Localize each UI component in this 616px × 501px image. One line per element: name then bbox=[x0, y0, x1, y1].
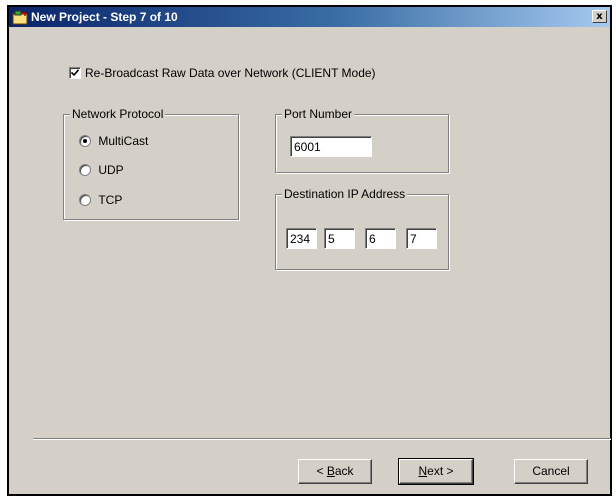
radio-udp-button[interactable] bbox=[79, 164, 91, 176]
port-number-title: Port Number bbox=[282, 107, 355, 121]
ip-octet-2-input[interactable]: 5 bbox=[324, 228, 355, 249]
rebroadcast-label: Re-Broadcast Raw Data over Network (CLIE… bbox=[85, 66, 376, 80]
next-button-accel: N bbox=[418, 464, 428, 478]
radio-multicast-label: MultiCast bbox=[98, 134, 149, 148]
radio-udp[interactable]: UDP bbox=[79, 163, 124, 177]
destination-ip-title: Destination IP Address bbox=[282, 187, 408, 201]
radio-udp-label: UDP bbox=[98, 163, 124, 177]
back-button-prefix: < bbox=[316, 464, 327, 478]
network-protocol-group: Network Protocol MultiCast UDP TCP bbox=[63, 107, 239, 220]
radio-tcp[interactable]: TCP bbox=[79, 193, 122, 207]
next-button-label: ext > bbox=[427, 464, 454, 478]
window-title: New Project - Step 7 of 10 bbox=[31, 10, 178, 24]
wizard-window: New Project - Step 7 of 10 x Re-Broadcas… bbox=[7, 5, 612, 496]
ip-octet-4-input[interactable]: 7 bbox=[406, 228, 437, 249]
button-separator bbox=[33, 438, 611, 440]
radio-multicast-button[interactable] bbox=[79, 135, 91, 147]
port-number-group: Port Number 6001 bbox=[275, 107, 449, 173]
ip-octet-3-input[interactable]: 6 bbox=[365, 228, 396, 249]
destination-ip-group: Destination IP Address 234 5 6 7 bbox=[275, 187, 449, 270]
rebroadcast-checkbox-row[interactable]: Re-Broadcast Raw Data over Network (CLIE… bbox=[69, 66, 376, 80]
back-button[interactable]: < Back bbox=[298, 459, 372, 484]
title-bar[interactable]: New Project - Step 7 of 10 x bbox=[9, 7, 610, 27]
ip-octet-1-input[interactable]: 234 bbox=[286, 228, 317, 249]
cancel-button[interactable]: Cancel bbox=[514, 459, 588, 484]
checkmark-icon bbox=[71, 69, 79, 77]
project-wizard-icon bbox=[12, 10, 28, 25]
network-protocol-title: Network Protocol bbox=[70, 107, 166, 121]
back-button-label: ack bbox=[334, 464, 354, 478]
close-button[interactable]: x bbox=[592, 10, 607, 23]
back-button-accel: B bbox=[326, 464, 335, 478]
radio-tcp-button[interactable] bbox=[79, 194, 91, 206]
rebroadcast-checkbox[interactable] bbox=[69, 67, 81, 79]
radio-multicast[interactable]: MultiCast bbox=[79, 134, 148, 148]
next-button[interactable]: Next > bbox=[398, 458, 474, 485]
radio-tcp-label: TCP bbox=[98, 193, 123, 207]
port-number-input[interactable]: 6001 bbox=[290, 136, 372, 157]
